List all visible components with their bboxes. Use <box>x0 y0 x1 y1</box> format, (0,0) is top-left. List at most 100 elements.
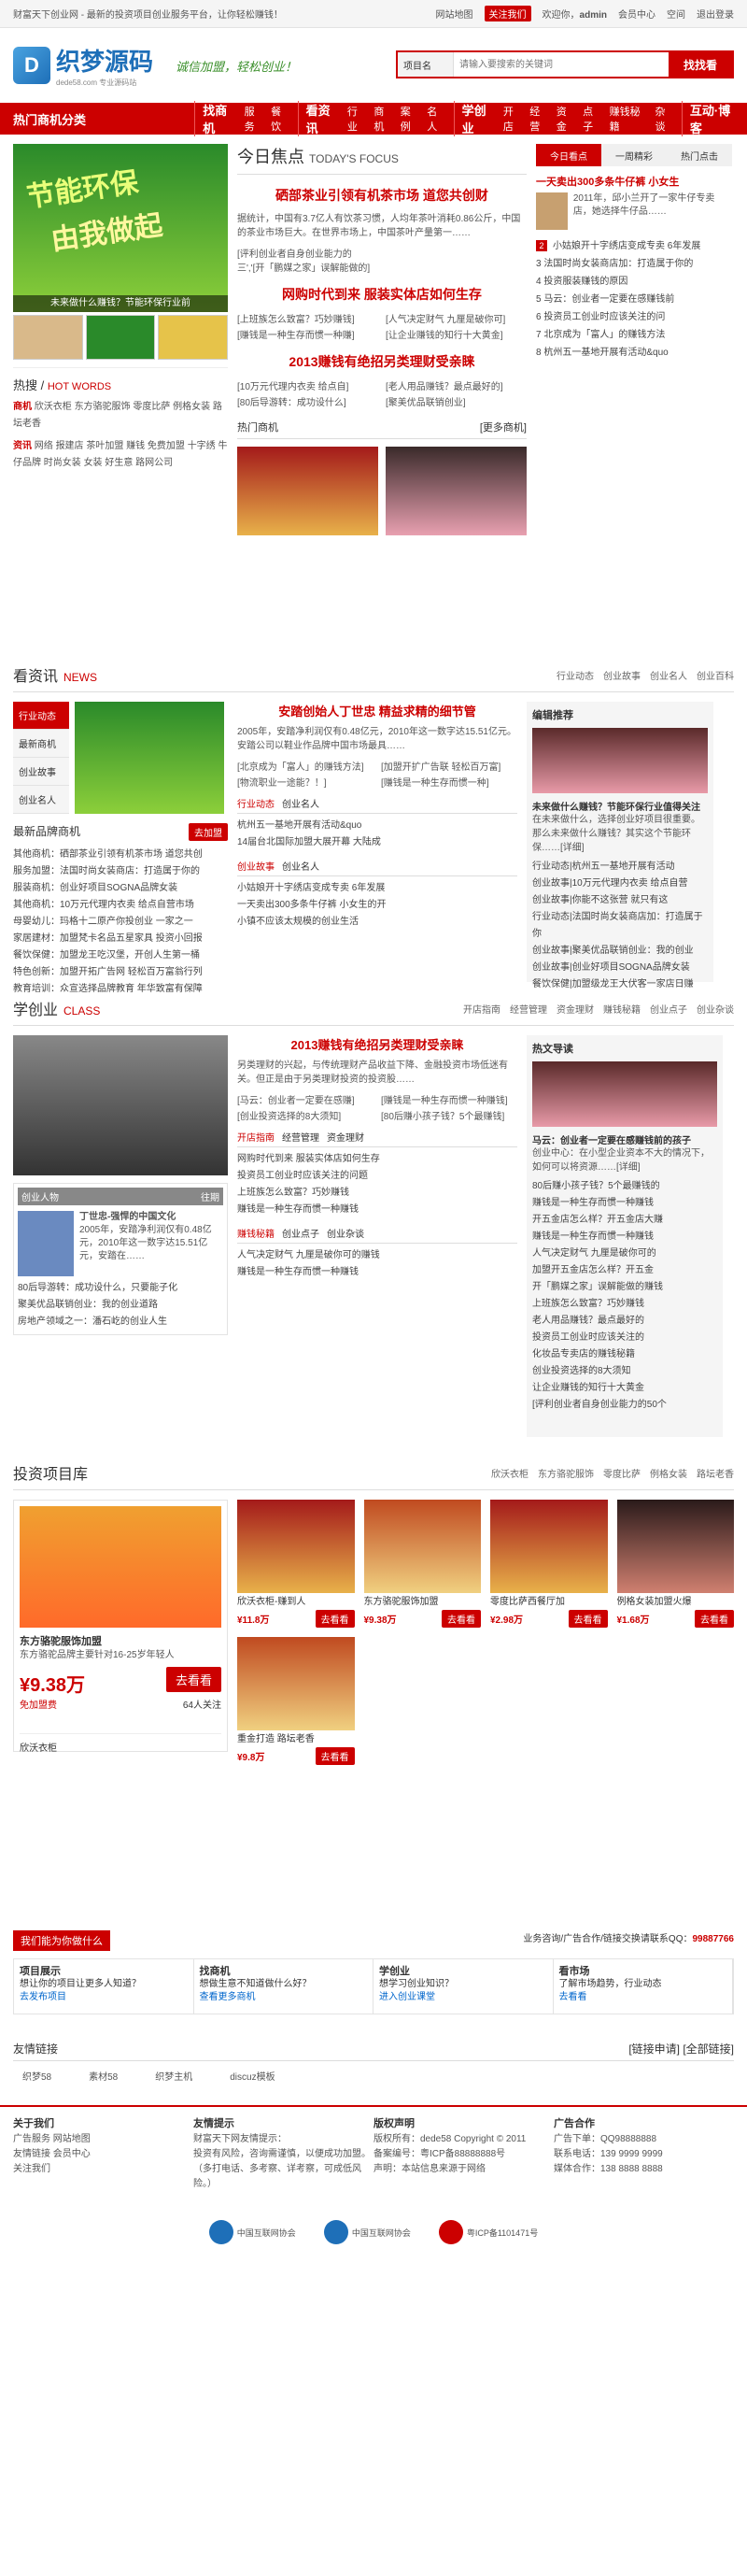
logout-link[interactable]: 退出登录 <box>697 7 734 21</box>
hot-item[interactable]: 开五金店怎么样？开五金店大赚 <box>532 1212 717 1229</box>
hot-tag[interactable]: 路网公司 <box>135 458 173 468</box>
focus-link[interactable]: [老人用品赚钱？最点最好的] <box>386 378 527 392</box>
project-image[interactable] <box>237 1500 355 1593</box>
tab[interactable]: 行业动态 <box>237 796 275 810</box>
hot-item[interactable]: 化妆品专卖店的赚钱秘籍 <box>532 1346 717 1363</box>
focus-link[interactable]: [10万元代理内衣卖 给点自] <box>237 378 378 392</box>
editor-item[interactable]: 创业故事|聚美优品联销创业：我的创业 <box>532 943 708 960</box>
service-link[interactable]: 查看更多商机 <box>200 1992 256 2002</box>
project-image[interactable] <box>490 1500 608 1593</box>
space-link[interactable]: 空间 <box>667 7 685 21</box>
hot-tag[interactable]: 时尚女装 <box>44 458 81 468</box>
class-link[interactable]: 创业杂谈 <box>697 1002 734 1016</box>
nav-item[interactable]: 行业 <box>347 104 366 134</box>
focus-headline-2[interactable]: 网购时代到来 服装实体店如何生存 <box>237 285 527 304</box>
news-pair-link[interactable]: [加盟开扩广告联 轻松百万富] <box>381 759 517 773</box>
class-link[interactable]: 赚钱秘籍 <box>603 1002 641 1016</box>
brand-item[interactable]: 母婴幼儿：玛格十二原产你投创业 一家之一 <box>13 914 228 931</box>
project-item[interactable]: 重金打造 路坛老香 ¥9.8万 去看看 <box>237 1637 355 1765</box>
list-item[interactable]: 赚钱是一种生存而惯一种赚钱 <box>237 1202 517 1218</box>
go-button[interactable]: 去看看 <box>568 1610 608 1628</box>
hot-item[interactable]: 创业投资选择的8大须知 <box>532 1363 717 1380</box>
news-link[interactable]: 创业百科 <box>697 668 734 682</box>
hot-tag[interactable]: 例格女装 <box>173 402 210 412</box>
hot-tag[interactable]: 报建店 <box>56 441 84 451</box>
tab[interactable]: 经营管理 <box>282 1130 319 1144</box>
class-pair-link[interactable]: [马云：创业者一定要在感赚] <box>237 1092 374 1106</box>
tab-hot[interactable]: 热门点击 <box>667 144 732 166</box>
hot-item[interactable]: [评利创业者自身创业能力的50个 <box>532 1397 717 1414</box>
top-item[interactable]: 2 小姑娘开十字绣店变成专卖 6年发展 <box>536 237 732 255</box>
news-pair-link[interactable]: [北京成为「富人」的赚钱方法] <box>237 759 374 773</box>
list-item[interactable]: 投资员工创业时应该关注的问题 <box>237 1168 517 1185</box>
hot-tag[interactable]: 女装 <box>84 458 103 468</box>
brand-item[interactable]: 餐饮保健：加盟龙王吃汉堡，开创人生第一桶 <box>13 947 228 964</box>
nav-item[interactable]: 案例 <box>401 104 419 134</box>
footer-link[interactable]: 广告服务 <box>13 2134 50 2144</box>
service-link[interactable]: 进入创业课堂 <box>379 1992 435 2002</box>
slide-thumb[interactable] <box>85 315 156 360</box>
hot-tag[interactable]: 免费加盟 <box>148 441 185 451</box>
class-link[interactable]: 经营管理 <box>510 1002 547 1016</box>
join-button[interactable]: 去加盟 <box>189 823 228 841</box>
hot-tag[interactable]: 零度比萨 <box>133 402 170 412</box>
nav-item[interactable]: 商机 <box>374 104 392 134</box>
hot-item[interactable]: 老人用品赚钱？最点最好的 <box>532 1313 717 1330</box>
invest-link[interactable]: 例格女装 <box>650 1466 687 1480</box>
hot-item[interactable]: 开「鹏媒之家」误解能做的赚钱 <box>532 1279 717 1296</box>
nav-item[interactable]: 名人 <box>427 104 445 134</box>
hot-tag[interactable]: 茶叶加盟 <box>86 441 123 451</box>
news-link[interactable]: 创业名人 <box>650 668 687 682</box>
news-pair-link[interactable]: [赚钱是一种生存而惯一种] <box>381 775 517 789</box>
top-item[interactable]: 4 投资服装赚钱的原因 <box>536 273 732 291</box>
hot-item[interactable]: 加盟开五金店怎么样？开五金 <box>532 1262 717 1279</box>
class-link[interactable]: 创业点子 <box>650 1002 687 1016</box>
focus-link[interactable]: [上班族怎么致富？巧妙赚钱] <box>237 311 378 325</box>
go-button[interactable]: 去看看 <box>315 1610 355 1628</box>
badge[interactable]: 中国互联网协会 <box>208 2220 296 2244</box>
class-photo[interactable] <box>13 1035 228 1175</box>
hot-tag[interactable]: 好生意 <box>105 458 133 468</box>
badge[interactable]: 中国互联网协会 <box>323 2220 411 2244</box>
nav-item[interactable]: 点子 <box>583 104 601 134</box>
hot-tag[interactable]: 东方骆驼服饰 <box>75 402 131 412</box>
person-photo[interactable] <box>18 1211 74 1276</box>
list-item[interactable]: 网购时代到来 服装实体店如何生存 <box>237 1151 517 1168</box>
friend-link[interactable]: discuz模板 <box>230 2069 275 2083</box>
business-ad[interactable] <box>237 447 378 535</box>
focus-headline-3[interactable]: 2013赚钱有绝招另类理财受亲睐 <box>237 352 527 371</box>
editor-item[interactable]: 创业故事|创业好项目SOGNA品牌女装 <box>532 960 708 976</box>
editor-item[interactable]: 创业故事|你能不这张营 就只有这 <box>532 892 708 909</box>
person-item[interactable]: 聚美优品联销创业：我的创业道路 <box>18 1297 223 1314</box>
list-item[interactable]: 14届台北国际加盟大展开幕 大陆成 <box>237 834 517 851</box>
service-link[interactable]: 去发布项目 <box>20 1992 66 2002</box>
invest-link[interactable]: 欣沃衣柜 <box>491 1466 529 1480</box>
brand-item[interactable]: 服装商机：创业好项目SOGNA品牌女装 <box>13 880 228 897</box>
follow-us-button[interactable]: 关注我们 <box>484 6 531 21</box>
hot-tag[interactable]: 赚钱 <box>126 441 145 451</box>
list-item[interactable]: 杭州五一基地开展有活动&quo <box>237 818 517 834</box>
hot-item[interactable]: 人气决定财气 九厘是破你可的 <box>532 1245 717 1262</box>
invest-link[interactable]: 东方骆驼服饰 <box>538 1466 594 1480</box>
hot-item[interactable]: 80后赚小孩子钱？5个最赚钱的 <box>532 1178 717 1195</box>
focus-slideshow[interactable]: 节能环保 由我做起 未来做什么赚钱？节能环保行业前 <box>13 144 228 312</box>
featured-go-button[interactable]: 去看看 <box>165 1667 221 1692</box>
go-button[interactable]: 去看看 <box>442 1610 481 1628</box>
slide-thumb[interactable] <box>13 315 83 360</box>
news-headline[interactable]: 安踏创始人丁世忠 精益求精的细节管 <box>237 702 517 719</box>
focus-link[interactable]: [让企业赚钱的知行十大黄金] <box>386 327 527 341</box>
news-cat[interactable]: 创业名人 <box>13 786 69 814</box>
nav-find-business[interactable]: 找商机 <box>203 101 236 136</box>
badge[interactable]: 粤ICP备1101471号 <box>438 2220 538 2244</box>
list-item[interactable]: 上班族怎么致富？巧妙赚钱 <box>237 1185 517 1202</box>
news-link[interactable]: 行业动态 <box>557 668 594 682</box>
project-item[interactable]: 东方骆驼服饰加盟 ¥9.38万 去看看 <box>363 1500 481 1628</box>
hot-item[interactable]: 赚钱是一种生存而惯一种赚钱 <box>532 1229 717 1245</box>
search-input[interactable] <box>454 52 669 77</box>
hot-tag[interactable]: 十字绣 <box>188 441 216 451</box>
hot-item[interactable]: 赚钱是一种生存而惯一种赚钱 <box>532 1195 717 1212</box>
tab[interactable]: 创业故事 <box>237 859 275 873</box>
more-business-link[interactable]: [更多商机] <box>480 420 527 434</box>
focus-link[interactable]: [80后导游转：成功设什么] <box>237 394 378 408</box>
tab[interactable]: 创业杂谈 <box>327 1226 364 1240</box>
